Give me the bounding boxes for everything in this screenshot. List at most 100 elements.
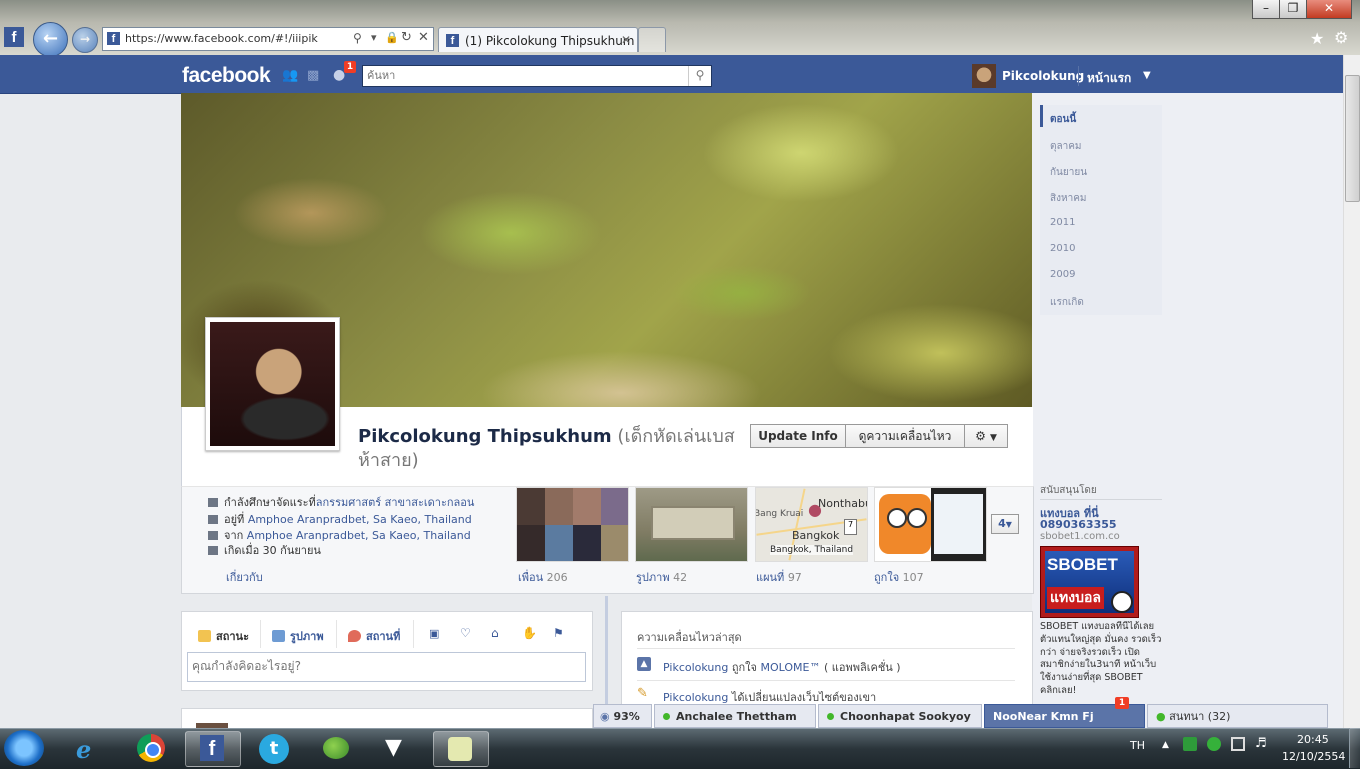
year-nav-item-now[interactable]: ตอนนี้ xyxy=(1050,112,1076,127)
maximize-button[interactable]: ❐ xyxy=(1279,0,1307,19)
photos-tile[interactable] xyxy=(635,487,748,562)
likes-tile-label[interactable]: ถูกใจ 107 xyxy=(874,568,924,586)
about-link[interactable]: เกี่ยวกับ xyxy=(226,568,263,586)
site-favicon-icon: f xyxy=(107,32,120,45)
ad-phone[interactable]: 0890363355 xyxy=(1040,518,1117,531)
taskbar-ie[interactable]: e xyxy=(62,731,116,765)
clock-date[interactable]: 12/10/2554 xyxy=(1282,750,1345,763)
back-button[interactable]: ← xyxy=(33,22,68,57)
facebook-pinned-icon[interactable]: f xyxy=(4,27,24,47)
tray-expand-chevron-up-icon[interactable]: ▲ xyxy=(1162,740,1169,750)
address-bar[interactable]: f https://www.facebook.com/#!/iiipik ⚲ ▾… xyxy=(102,27,434,51)
taskbar-fox-app[interactable]: ▼ xyxy=(371,731,425,765)
status-input[interactable] xyxy=(188,653,584,679)
start-button[interactable] xyxy=(4,730,44,766)
more-tiles-button[interactable]: 4▼ xyxy=(991,514,1019,534)
life-event-home-icon[interactable]: ⌂ xyxy=(491,626,499,640)
tab-place[interactable]: สถานที่ xyxy=(348,627,400,645)
dropdown-icon[interactable]: ▾ xyxy=(371,31,377,44)
minimize-button[interactable]: – xyxy=(1252,0,1280,19)
taskbar-messenger[interactable] xyxy=(309,731,363,765)
molome-link[interactable]: MOLOME™ xyxy=(760,661,820,674)
chat-sidebar-toggle[interactable]: ● สนทนา (32) xyxy=(1147,704,1328,728)
year-nav-item[interactable]: 2010 xyxy=(1050,243,1075,254)
friends-tile-label[interactable]: เพื่อน 206 xyxy=(518,568,568,586)
forward-button[interactable]: → xyxy=(72,27,98,53)
taskbar-facebook-app[interactable]: f xyxy=(185,731,241,767)
life-event-work-icon[interactable]: ▣ xyxy=(429,627,439,640)
year-nav-item[interactable]: กันยายน xyxy=(1050,165,1087,180)
taskbar-chrome[interactable] xyxy=(124,731,178,765)
year-nav-item[interactable]: สิงหาคม xyxy=(1050,191,1086,206)
taskbar-active-app[interactable] xyxy=(433,731,489,767)
activity-like-line: Pikcolokung ถูกใจ MOLOME™ ( แอพพลิเคชั่น… xyxy=(663,661,901,674)
activity-user-link[interactable]: Pikcolokung xyxy=(663,691,728,704)
activity-log-button[interactable]: ดูความเคลื่อนไหว xyxy=(845,424,965,448)
hometown-icon xyxy=(208,531,218,540)
likes-tile[interactable] xyxy=(874,487,987,562)
timeline-year-nav xyxy=(1040,105,1162,315)
account-menu-chevron-down-icon[interactable]: ▼ xyxy=(1143,70,1151,81)
tab-status-pointer xyxy=(186,644,264,652)
refresh-icon[interactable]: ↻ xyxy=(401,30,412,45)
user-name-link[interactable]: Pikcolokung xyxy=(1002,69,1084,83)
zoom-indicator[interactable]: ◉ 93% xyxy=(593,704,652,728)
close-window-button[interactable]: ✕ xyxy=(1306,0,1352,19)
taskbar-twitter[interactable]: t xyxy=(247,731,301,765)
life-event-health-icon[interactable]: ✋ xyxy=(522,626,537,640)
lives-in-link[interactable]: Amphoe Aranpradbet, Sa Kaeo, Thailand xyxy=(248,513,472,526)
search-input[interactable] xyxy=(363,66,691,84)
clock-time[interactable]: 20:45 xyxy=(1297,733,1329,746)
year-nav-item[interactable]: แรกเกิด xyxy=(1050,295,1084,310)
chat-tab-anchalee[interactable]: Anchalee Thettham xyxy=(654,704,816,728)
stop-icon[interactable]: ✕ xyxy=(418,30,429,45)
language-indicator[interactable]: TH xyxy=(1130,739,1145,752)
tray-utorrent-icon[interactable] xyxy=(1207,737,1221,751)
app-icon xyxy=(448,737,472,761)
address-url: https://www.facebook.com/#!/iiipik xyxy=(125,32,318,45)
education-link[interactable]: ลกรรมศาสตร์ สาขาสะเดาะกลอน xyxy=(316,496,475,509)
show-desktop-button[interactable] xyxy=(1349,728,1360,768)
user-avatar[interactable] xyxy=(972,64,996,88)
map-pin-icon: ● xyxy=(808,500,822,519)
map-tile[interactable]: Nonthabu Bang Kruai ● 7 Bangkok Bangkok,… xyxy=(755,487,868,562)
map-tile-label[interactable]: แผนที่ 97 xyxy=(756,568,802,586)
year-nav-item[interactable]: ตุลาคม xyxy=(1050,139,1082,154)
activity-user-link[interactable]: Pikcolokung xyxy=(663,661,728,674)
chat-tab-choonhapat[interactable]: Choonhapat Sookyoy xyxy=(818,704,982,728)
friends-tile[interactable] xyxy=(516,487,629,562)
ad-domain[interactable]: sbobet1.com.co xyxy=(1040,531,1120,542)
messages-icon[interactable]: ▩ xyxy=(307,68,319,83)
browser-tab[interactable]: f (1) Pikcolokung Thipsukhum ✕ xyxy=(438,27,638,52)
new-tab-button[interactable] xyxy=(638,27,666,52)
tray-network-icon[interactable] xyxy=(1231,737,1245,751)
tray-security-icon[interactable] xyxy=(1183,737,1197,751)
profile-name[interactable]: Pikcolokung Thipsukhum xyxy=(358,426,612,447)
tab-close-icon[interactable]: ✕ xyxy=(621,33,631,47)
year-nav-item[interactable]: 2009 xyxy=(1050,269,1075,280)
notification-badge: 1 xyxy=(344,61,356,73)
tab-photo[interactable]: รูปภาพ xyxy=(272,627,324,645)
calendar-icon xyxy=(208,546,218,555)
favorites-star-icon[interactable]: ★ xyxy=(1310,29,1324,48)
settings-gear-icon[interactable]: ⚙ xyxy=(1334,28,1348,47)
internet-explorer-icon: e xyxy=(76,735,92,764)
life-event-flag-icon[interactable]: ⚑ xyxy=(553,626,564,640)
update-info-button[interactable]: Update Info xyxy=(750,424,846,448)
photos-tile-label[interactable]: รูปภาพ 42 xyxy=(636,568,687,586)
composer-field xyxy=(187,652,586,682)
facebook-logo[interactable]: facebook xyxy=(182,64,271,88)
ad-image[interactable]: SBOBET แทงบอล xyxy=(1040,546,1139,618)
tab-status[interactable]: สถานะ xyxy=(198,627,249,645)
home-link[interactable]: หน้าแรก xyxy=(1087,69,1131,88)
life-event-heart-icon[interactable]: ♡ xyxy=(460,626,471,640)
chat-person-icon: ● xyxy=(1156,710,1166,723)
scrollbar-thumb[interactable] xyxy=(1345,75,1360,202)
profile-picture[interactable] xyxy=(205,317,340,451)
search-icon[interactable]: ⚲ xyxy=(353,31,362,45)
year-nav-item[interactable]: 2011 xyxy=(1050,217,1075,228)
search-button-icon[interactable]: ⚲ xyxy=(688,66,711,86)
settings-dropdown-button[interactable]: ⚙ ▼ xyxy=(964,424,1008,448)
tray-volume-icon[interactable]: ♬ xyxy=(1255,736,1267,751)
friend-requests-icon[interactable]: 👥 xyxy=(282,68,298,83)
